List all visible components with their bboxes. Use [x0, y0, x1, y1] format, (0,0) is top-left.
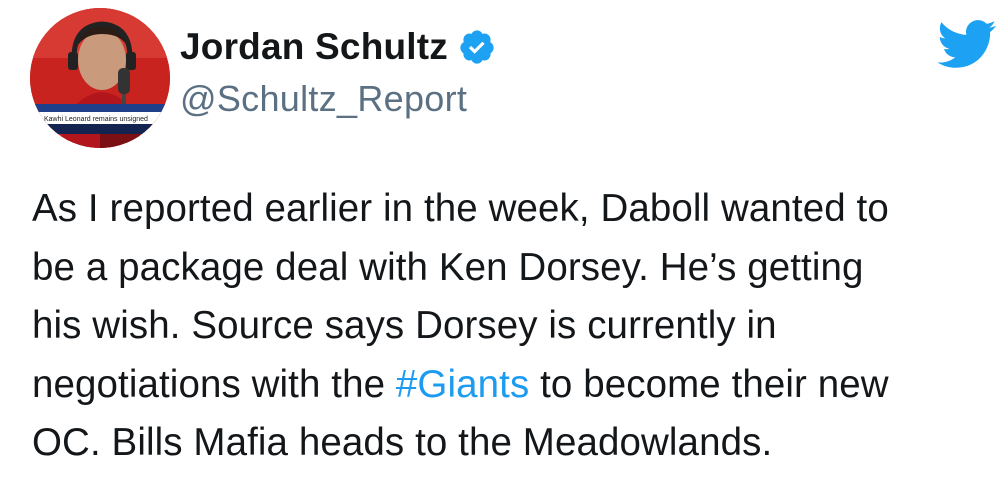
- tweet-text: As I reported earlier in the week, Dabol…: [32, 180, 992, 473]
- author-handle[interactable]: @Schultz_Report: [180, 78, 467, 120]
- tweet-line-3: his wish. Source says Dorsey is currentl…: [32, 304, 777, 347]
- hashtag-link[interactable]: #Giants: [396, 363, 529, 406]
- avatar-photo: Kawhi Leonard remains unsigned: [30, 8, 170, 148]
- avatar-caption: Kawhi Leonard remains unsigned: [44, 116, 148, 123]
- display-name[interactable]: Jordan Schultz: [180, 26, 448, 68]
- tweet-line-1: As I reported earlier in the week, Dabol…: [32, 187, 889, 230]
- tweet-line-2: be a package deal with Ken Dorsey. He’s …: [32, 245, 864, 289]
- tweet-line-4-after: to become their new: [529, 362, 889, 406]
- tweet-line-5: OC. Bills Mafia heads to the Meadowlands…: [32, 421, 773, 464]
- twitter-bird-icon[interactable]: [935, 18, 997, 70]
- tweet-card: Kawhi Leonard remains unsigned Jordan Sc…: [0, 0, 1000, 481]
- avatar[interactable]: Kawhi Leonard remains unsigned: [30, 8, 170, 148]
- tweet-line-4-before: negotiations with the: [32, 362, 396, 406]
- tweet-line-4: negotiations with the #Giants to become …: [32, 356, 992, 415]
- verified-badge-icon: [458, 28, 496, 66]
- author-row: Jordan Schultz: [180, 22, 496, 72]
